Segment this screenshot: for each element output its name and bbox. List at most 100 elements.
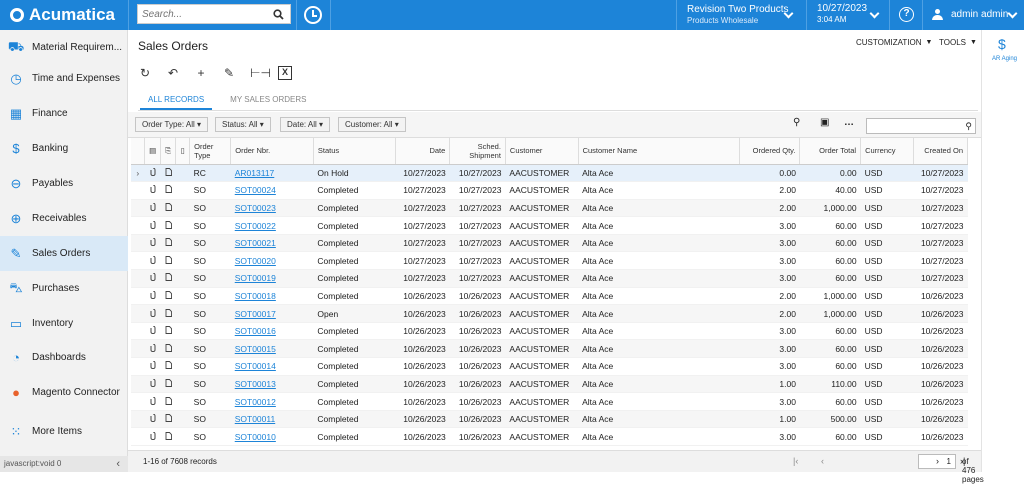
- files-icon[interactable]: [160, 357, 176, 376]
- cell-order-nbr[interactable]: SOT00024: [230, 181, 314, 200]
- table-row[interactable]: SO SOT00015 Completed 10/26/2023 10/26/2023 A…: [131, 339, 968, 359]
- company-selector[interactable]: Revision Two Products Products Wholesale: [687, 4, 789, 26]
- cell-order-nbr[interactable]: SOT00018: [230, 287, 314, 306]
- files-icon[interactable]: [160, 216, 176, 235]
- sidebar-item-time-expenses[interactable]: ◷ Time and Expenses: [0, 61, 128, 96]
- table-row[interactable]: SO SOT00020 Completed 10/27/2023 10/27/2023 A…: [131, 251, 968, 271]
- attachment-icon[interactable]: [144, 234, 161, 253]
- sidebar-item-finance[interactable]: ▦ Finance: [0, 96, 128, 131]
- ar-aging-link[interactable]: AR Aging: [992, 56, 1017, 62]
- column-header-sched-shipment[interactable]: Sched. Shipment: [449, 138, 506, 165]
- history-icon[interactable]: [304, 6, 322, 24]
- attachment-icon[interactable]: [144, 181, 161, 200]
- row-selector-icon[interactable]: [131, 216, 145, 235]
- sidebar-item-banking[interactable]: $ Banking: [0, 131, 128, 166]
- business-date[interactable]: 10/27/2023 3:04 AM: [817, 3, 867, 25]
- row-selector-icon[interactable]: ›: [131, 164, 145, 183]
- filter-status[interactable]: Status: All ▾: [215, 117, 271, 132]
- attachment-icon[interactable]: [144, 251, 161, 271]
- row-selector-icon[interactable]: [131, 287, 145, 306]
- user-menu[interactable]: admin admin: [932, 9, 1008, 20]
- tab-my-sales-orders[interactable]: MY SALES ORDERS: [230, 95, 306, 110]
- last-page-icon[interactable]: ›|: [960, 456, 965, 466]
- column-header-date[interactable]: Date: [395, 138, 451, 165]
- attachment-icon[interactable]: [144, 216, 161, 235]
- row-selector-icon[interactable]: [131, 304, 145, 323]
- more-icon[interactable]: …: [844, 117, 854, 128]
- row-selector-icon[interactable]: [131, 339, 145, 359]
- chevron-down-icon[interactable]: [869, 8, 880, 19]
- cell-order-nbr[interactable]: SOT00015: [230, 339, 314, 359]
- files-icon[interactable]: [160, 269, 176, 288]
- cell-order-nbr[interactable]: SOT00014: [230, 357, 314, 376]
- first-page-icon[interactable]: |‹: [793, 456, 798, 466]
- chevron-down-icon[interactable]: [1007, 8, 1018, 19]
- files-icon[interactable]: [160, 427, 176, 446]
- files-icon[interactable]: [160, 392, 176, 411]
- column-header-status[interactable]: Status: [313, 138, 396, 165]
- cell-order-nbr[interactable]: SOT00013: [230, 375, 314, 394]
- files-icon[interactable]: [160, 304, 176, 323]
- sidebar-item-purchases[interactable]: ⛍ Purchases: [0, 271, 128, 306]
- table-row[interactable]: SO SOT00012 Completed 10/26/2023 10/26/2023 A…: [131, 392, 968, 411]
- files-icon[interactable]: [160, 181, 176, 200]
- table-row[interactable]: SO SOT00016 Completed 10/26/2023 10/26/2023 A…: [131, 322, 968, 341]
- grid-search-input[interactable]: ⚲: [866, 118, 976, 134]
- add-icon[interactable]: +: [194, 66, 208, 80]
- files-icon[interactable]: [160, 339, 176, 359]
- table-row[interactable]: SO SOT00021 Completed 10/27/2023 10/27/2023 A…: [131, 234, 968, 253]
- row-selector-icon[interactable]: [131, 357, 145, 376]
- column-header-order-total[interactable]: Order Total: [799, 138, 862, 165]
- sidebar-item-dashboards[interactable]: ◔ Dashboards: [0, 340, 128, 375]
- attachment-icon[interactable]: [144, 269, 161, 288]
- filter-icon[interactable]: ⚲: [793, 117, 800, 128]
- row-selector-icon[interactable]: [131, 251, 145, 271]
- search-icon[interactable]: ⚲: [965, 121, 972, 132]
- sidebar-item-sales-orders[interactable]: ✎ Sales Orders: [0, 236, 128, 271]
- column-header-customer-name[interactable]: Customer Name: [578, 138, 741, 165]
- row-selector-icon[interactable]: [131, 375, 145, 394]
- row-selector-icon[interactable]: [131, 410, 145, 429]
- cell-order-nbr[interactable]: SOT00022: [230, 216, 314, 235]
- app-logo[interactable]: Acumatica: [10, 5, 115, 25]
- cell-order-nbr[interactable]: AR013117: [230, 164, 314, 183]
- sidebar-item-payables[interactable]: ⊖ Payables: [0, 166, 128, 201]
- attachment-icon[interactable]: [144, 392, 161, 411]
- row-selector-icon[interactable]: [131, 392, 145, 411]
- dollar-icon[interactable]: $: [998, 36, 1006, 52]
- attachment-icon[interactable]: [144, 304, 161, 323]
- table-row[interactable]: SO SOT00010 Completed 10/26/2023 10/26/2023 A…: [131, 427, 968, 446]
- sidebar-item-material-requirements[interactable]: ⛟ Material Requirem...: [0, 30, 128, 65]
- files-icon[interactable]: [160, 234, 176, 253]
- sidebar-item-receivables[interactable]: ⊕ Receivables: [0, 201, 128, 236]
- attachment-icon[interactable]: [144, 357, 161, 376]
- attachment-icon[interactable]: [144, 199, 161, 218]
- search-box[interactable]: [137, 4, 291, 24]
- attachment-icon[interactable]: [144, 410, 161, 429]
- cell-order-nbr[interactable]: SOT00016: [230, 322, 314, 341]
- edit-icon[interactable]: ✎: [222, 66, 236, 80]
- attachment-icon[interactable]: [144, 339, 161, 359]
- table-row[interactable]: SO SOT00017 Open 10/26/2023 10/26/2023 AACUST…: [131, 304, 968, 323]
- search-icon[interactable]: [270, 8, 286, 20]
- table-row[interactable]: SO SOT00013 Completed 10/26/2023 10/26/2023 A…: [131, 375, 968, 394]
- column-header-customer[interactable]: Customer: [505, 138, 579, 165]
- collapse-sidebar-icon[interactable]: ‹: [116, 456, 120, 472]
- attachment-icon[interactable]: [144, 287, 161, 306]
- row-selector-icon[interactable]: [131, 427, 145, 446]
- attachment-icon[interactable]: [144, 375, 161, 394]
- attachment-icon[interactable]: [144, 322, 161, 341]
- undo-icon[interactable]: ↶: [166, 66, 180, 80]
- help-icon[interactable]: ?: [899, 7, 914, 22]
- cell-order-nbr[interactable]: SOT00020: [230, 251, 314, 271]
- prev-page-icon[interactable]: ‹: [821, 456, 824, 466]
- tools-menu[interactable]: TOOLS ▼: [939, 38, 977, 47]
- table-row[interactable]: SO SOT00024 Completed 10/27/2023 10/27/2023 A…: [131, 181, 968, 200]
- files-icon[interactable]: [160, 251, 176, 271]
- sidebar-item-magento-connector[interactable]: ● Magento Connector: [0, 375, 128, 410]
- attachment-icon[interactable]: [144, 427, 161, 446]
- row-selector-icon[interactable]: [131, 234, 145, 253]
- cell-order-nbr[interactable]: SOT00011: [230, 410, 314, 429]
- refresh-icon[interactable]: ↻: [138, 66, 152, 80]
- column-header-ordered-qty[interactable]: Ordered Qty.: [739, 138, 801, 165]
